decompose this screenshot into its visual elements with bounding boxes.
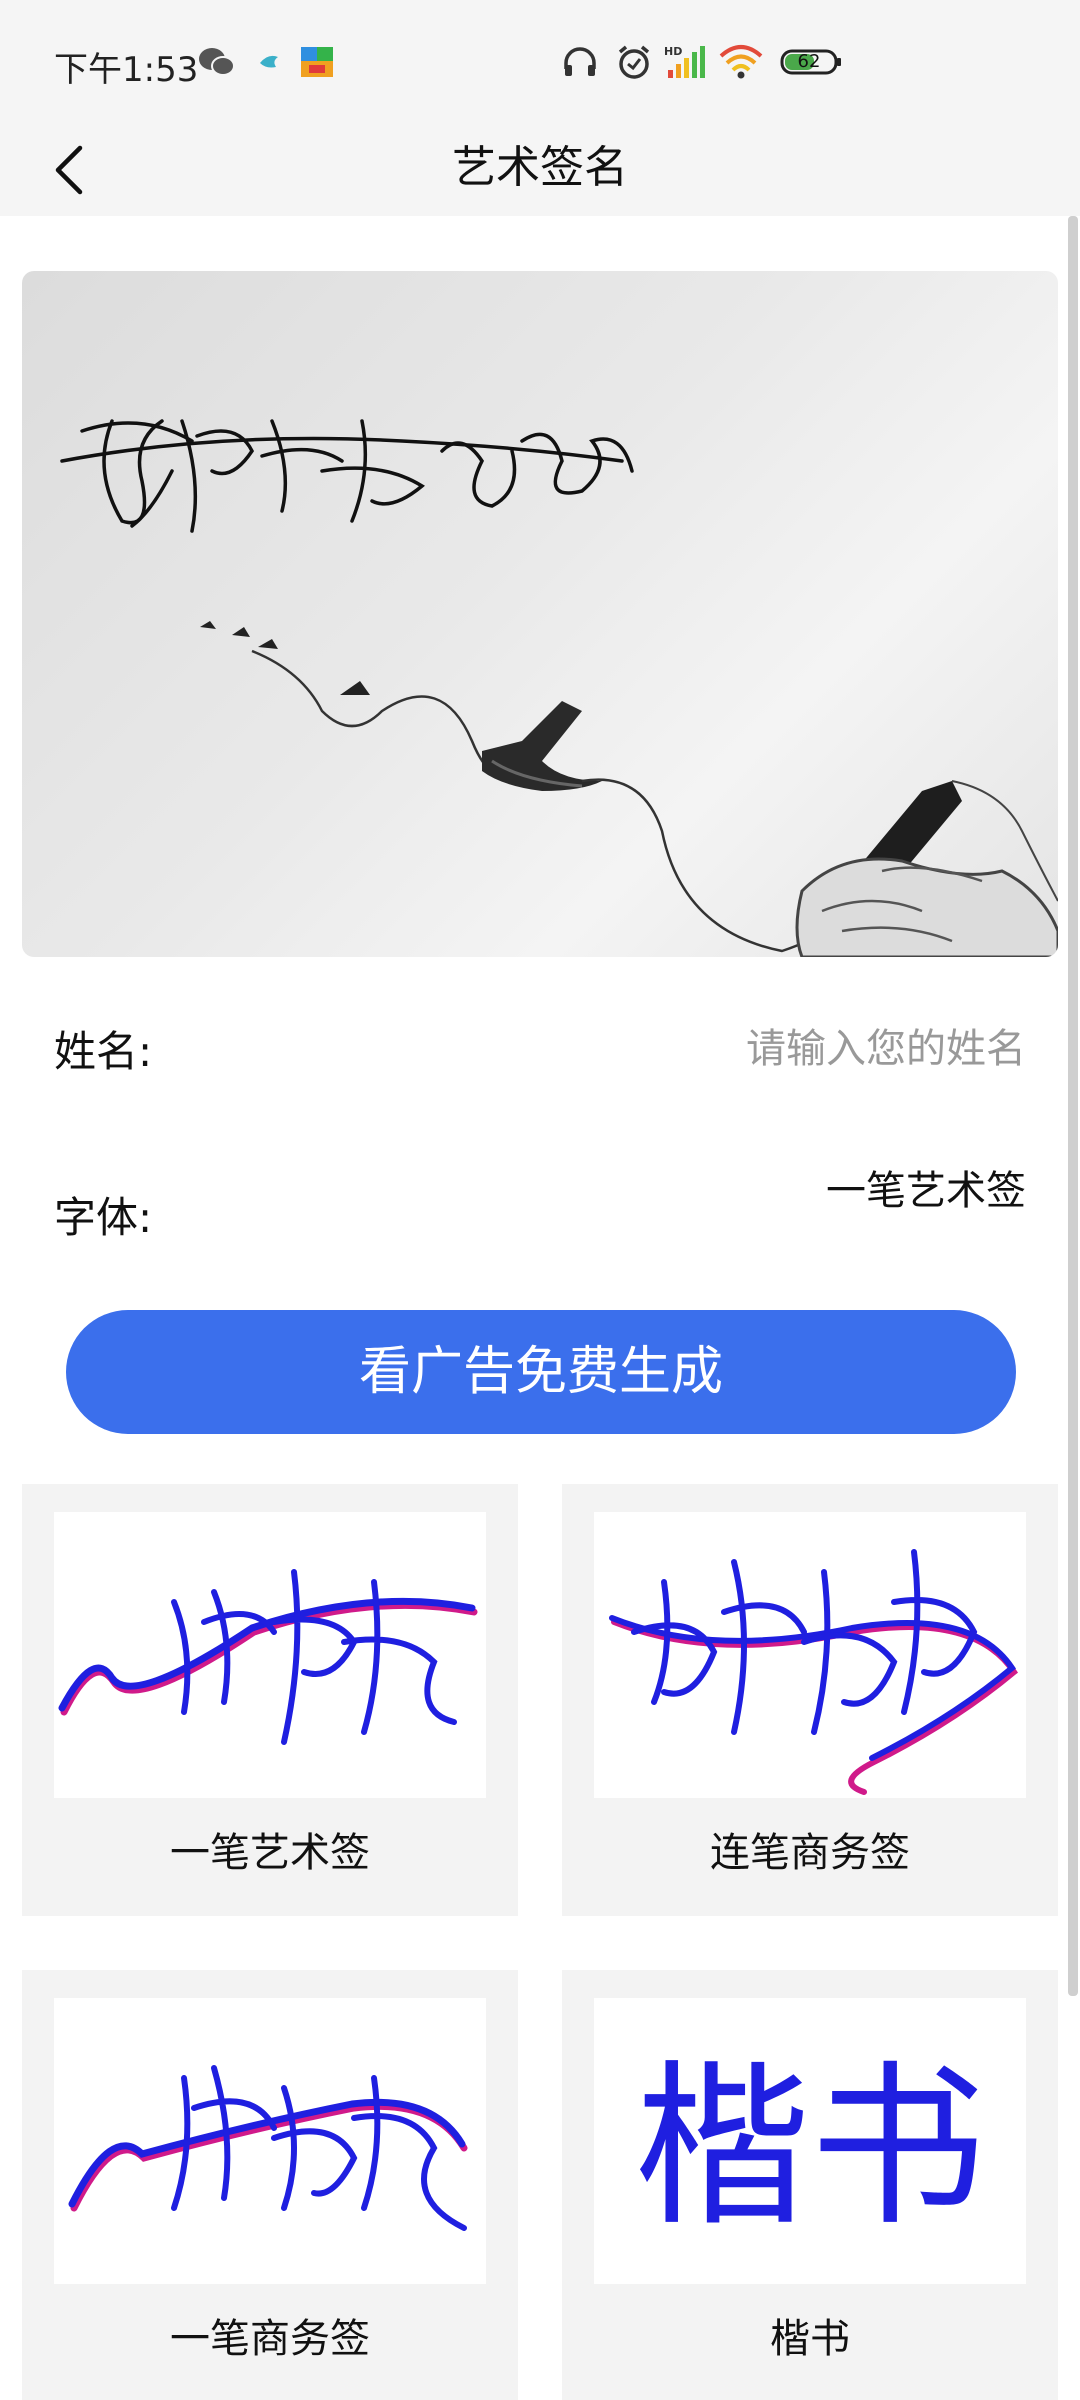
- wechat-icon: [196, 44, 236, 80]
- signature-illustration: [60, 419, 1058, 957]
- banner-image: [22, 271, 1058, 957]
- headphones-icon: [560, 44, 600, 80]
- bird-icon: [256, 44, 286, 80]
- style-card-one-stroke-art[interactable]: 一笔艺术签: [22, 1484, 518, 1916]
- app-icon: [298, 44, 336, 80]
- font-label: 字体:: [54, 1193, 153, 1242]
- signal-icon: HD: [664, 44, 708, 80]
- name-label: 姓名:: [54, 1027, 153, 1076]
- style-preview-image: [54, 1998, 486, 2284]
- page-title: 艺术签名: [452, 142, 628, 193]
- svg-text:HD: HD: [664, 45, 682, 58]
- style-card-label: 连笔商务签: [710, 1830, 910, 1876]
- style-card-one-stroke-business[interactable]: 一笔商务签: [22, 1970, 518, 2400]
- font-select[interactable]: 一笔艺术签: [826, 1158, 1026, 1216]
- back-button[interactable]: [30, 130, 110, 210]
- style-card-cursive-business[interactable]: 连笔商务签: [562, 1484, 1058, 1916]
- style-card-label: 一笔商务签: [170, 2316, 370, 2362]
- style-card-label: 楷书: [770, 2316, 850, 2362]
- chevron-left-icon: [55, 145, 83, 195]
- style-preview-image: [54, 1512, 486, 1798]
- scrollbar[interactable]: [1068, 216, 1078, 1996]
- battery-icon: 62: [780, 44, 842, 80]
- title-bar: 艺术签名: [0, 120, 1080, 216]
- style-preview-image: 楷书: [594, 1998, 1026, 2284]
- status-time: 下午1:53: [54, 50, 199, 90]
- alarm-icon: [614, 44, 654, 80]
- generate-button[interactable]: 看广告免费生成: [66, 1310, 1016, 1434]
- style-preview-image: [594, 1512, 1026, 1798]
- regular-script-preview: 楷书: [634, 2045, 986, 2250]
- status-bar: 下午1:53 HD 62: [0, 0, 1080, 120]
- style-card-regular-script[interactable]: 楷书 楷书: [562, 1970, 1058, 2400]
- name-row: 姓名:: [0, 988, 1080, 1098]
- battery-level: 62: [797, 51, 821, 72]
- font-row[interactable]: 字体: 一笔艺术签: [0, 1130, 1080, 1242]
- style-card-label: 一笔艺术签: [170, 1830, 370, 1876]
- wifi-icon: [718, 44, 764, 80]
- name-input[interactable]: [326, 1014, 1026, 1084]
